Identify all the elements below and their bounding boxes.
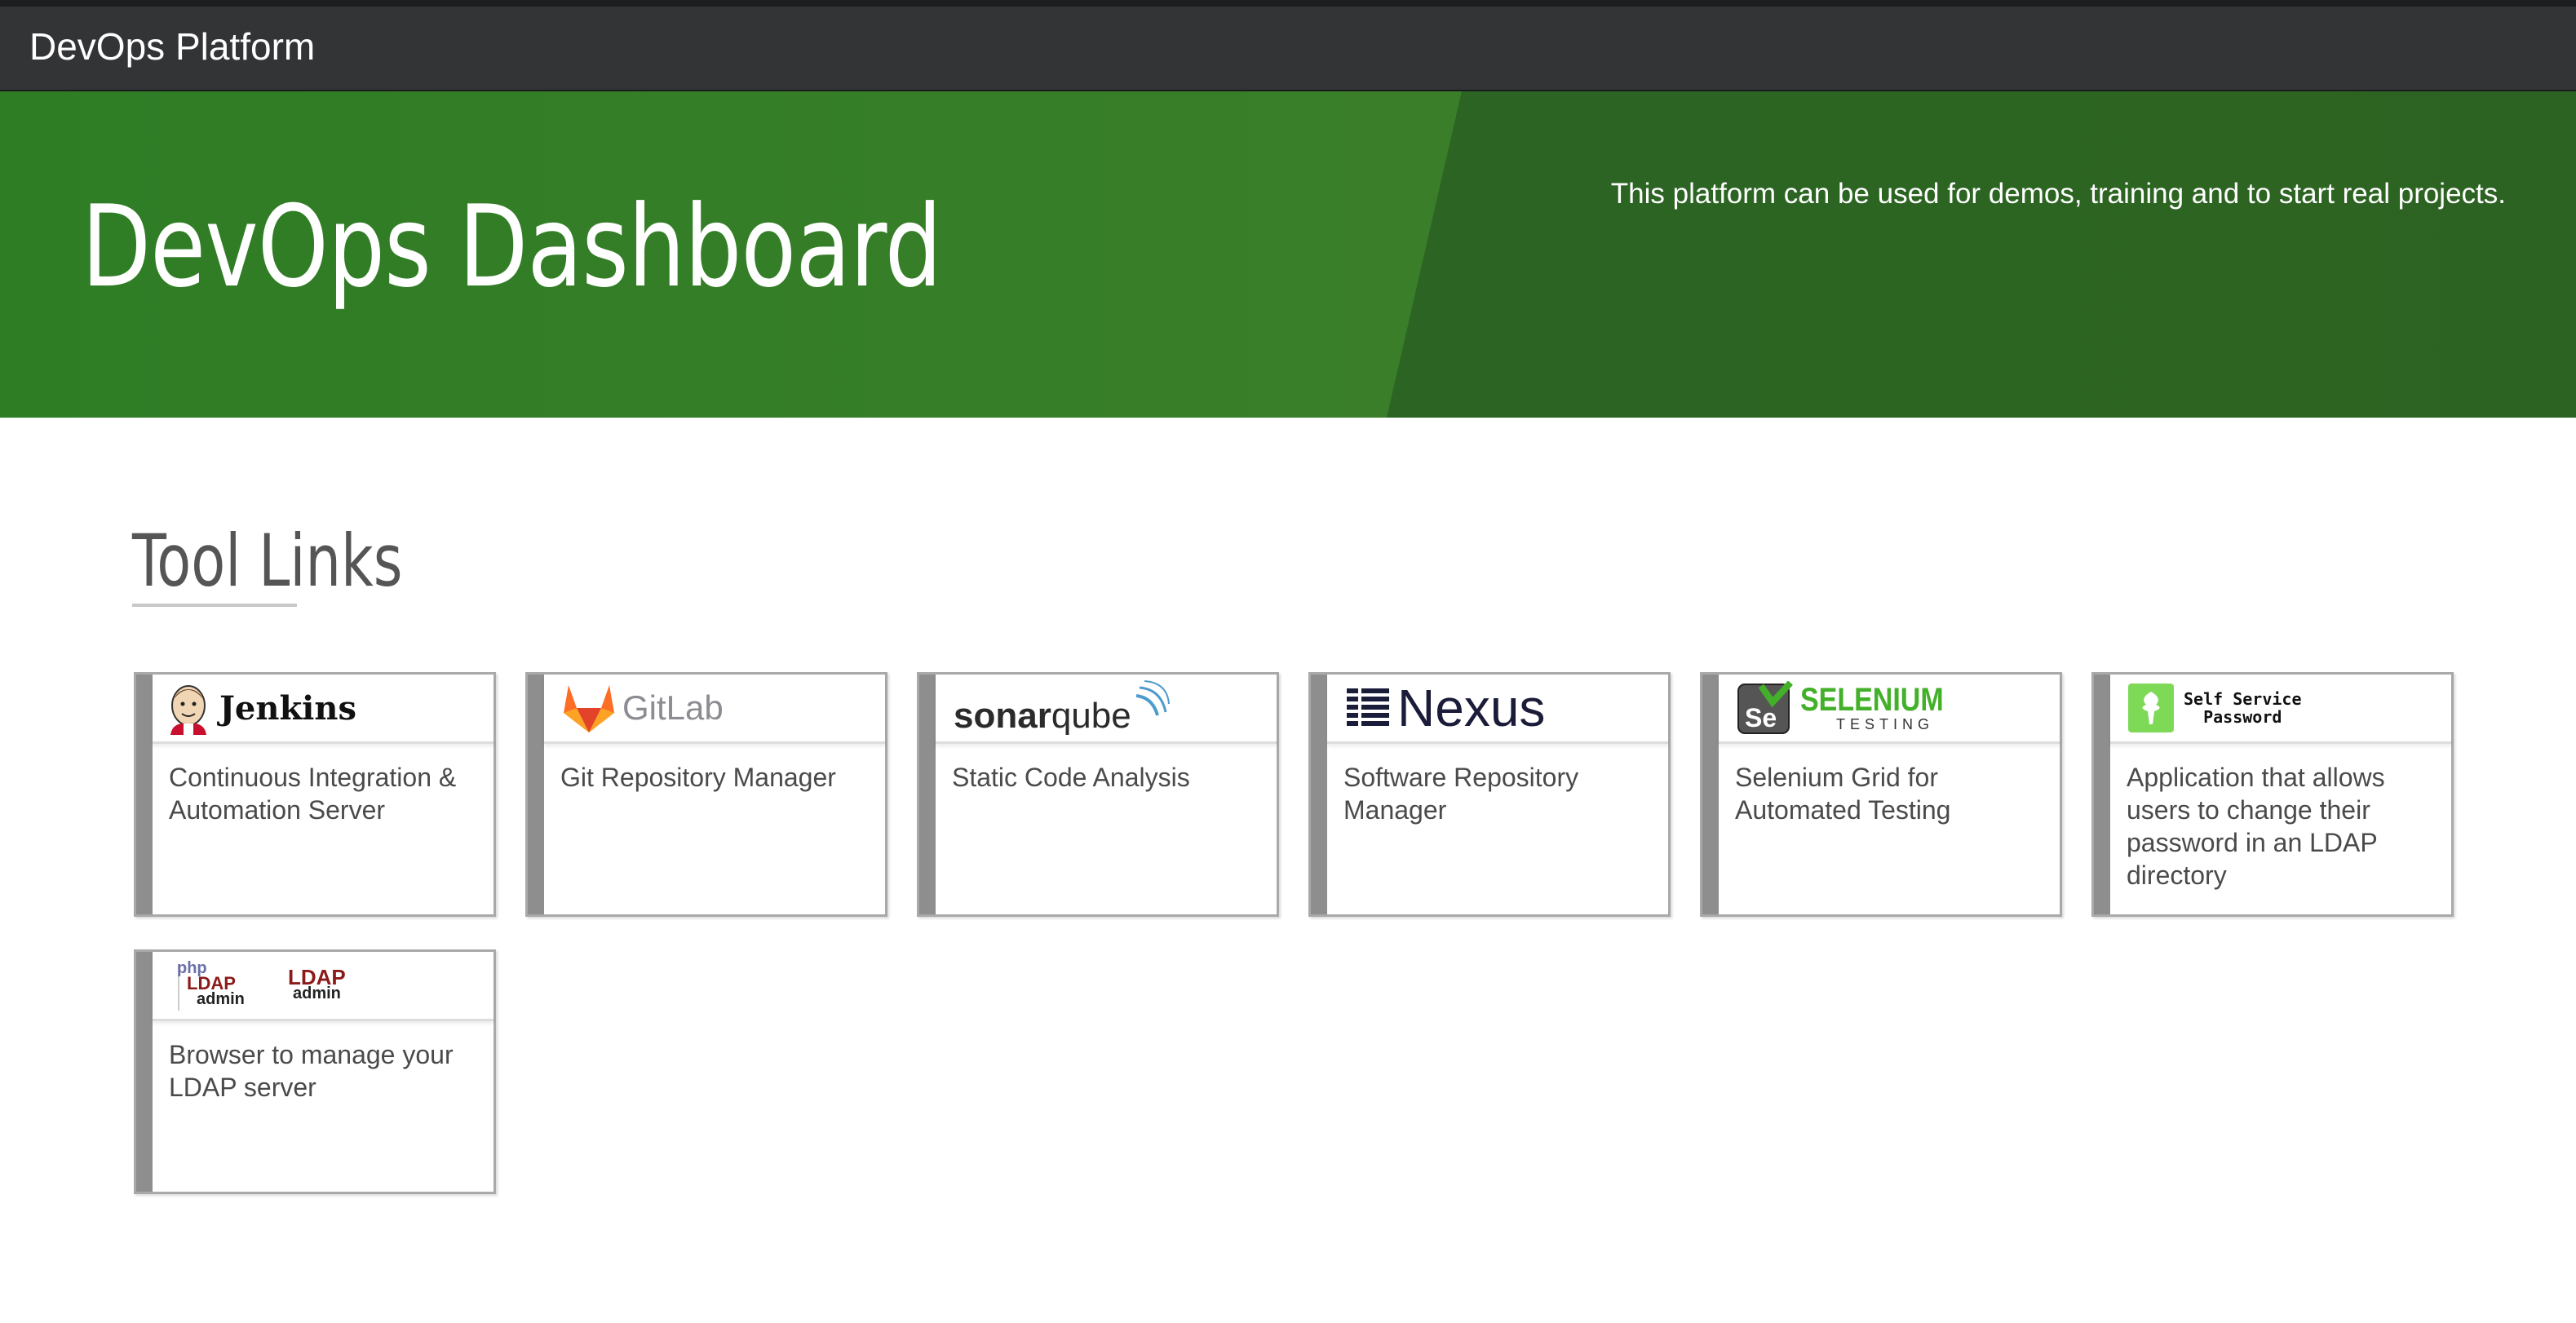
card-logo: Se SELENIUM TESTING <box>1719 675 2060 744</box>
gitlab-fox-icon <box>564 685 614 732</box>
nexus-logo: Nexus <box>1327 678 1545 738</box>
hero-tagline: This platform can be used for demos, tra… <box>1610 178 2506 210</box>
card-logo: sonar qube <box>936 675 1277 744</box>
tool-card-self-service-password[interactable]: Self Service Password Application that a… <box>2091 672 2454 917</box>
gitlab-logo-text: GitLab <box>622 688 724 727</box>
card-description: Continuous Integration & Automation Serv… <box>169 763 457 825</box>
card-description: Software Repository Manager <box>1343 763 1579 825</box>
phpldapadmin-logo: php LDAP admin LDAP admin <box>153 957 346 1014</box>
card-description: Selenium Grid for Automated Testing <box>1735 763 1951 825</box>
section-title-underline <box>132 604 297 607</box>
tool-card-phpldapadmin[interactable]: php LDAP admin LDAP admin Browser to man… <box>134 949 496 1194</box>
tool-card-sonarqube[interactable]: sonar qube Static Code Analysis <box>917 672 1279 917</box>
selenium-logo-subtext: TESTING <box>1836 715 1935 732</box>
selenium-logo-text: SELENIUM <box>1800 681 1944 718</box>
gitlab-logo: GitLab <box>544 682 724 734</box>
tool-card-jenkins[interactable]: Jenkins Continuous Integration & Automat… <box>134 672 496 917</box>
ldap-logo-text: LDAP <box>288 965 346 989</box>
self-service-password-tree-icon <box>2128 684 2174 732</box>
sonarqube-logo-text: qube <box>1051 696 1131 736</box>
selenium-se-icon: Se <box>1737 681 1793 734</box>
jenkins-logo-icon <box>170 685 206 735</box>
hero-banner: DevOps Dashboard This platform can be us… <box>0 91 2576 418</box>
card-logo: php LDAP admin LDAP admin <box>153 952 494 1021</box>
ssp-logo-text: Self Service <box>2184 689 2302 709</box>
card-logo: Jenkins <box>153 675 494 744</box>
card-description: Browser to manage your LDAP server <box>169 1040 454 1102</box>
navbar-brand-link[interactable]: DevOps Platform <box>29 24 315 69</box>
svg-text:admin: admin <box>197 990 245 1008</box>
self-service-password-logo: Self Service Password <box>2110 684 2302 732</box>
phpldapadmin-icon: php LDAP admin <box>177 959 245 1011</box>
card-logo: Nexus <box>1327 675 1668 744</box>
nexus-logo-text: Nexus <box>1397 679 1546 737</box>
ldap-logo-subtext: admin <box>293 985 341 1002</box>
sonarqube-waves-icon <box>1135 680 1170 716</box>
svg-text:Se: Se <box>1745 703 1777 732</box>
navbar: DevOps Platform <box>0 7 2576 91</box>
card-description: Static Code Analysis <box>952 763 1190 792</box>
tool-card-nexus[interactable]: Nexus Software Repository Manager <box>1308 672 1671 917</box>
card-description: Git Repository Manager <box>560 763 836 792</box>
section-title: Tool Links <box>132 519 403 603</box>
page-title: DevOps Dashboard <box>82 181 942 312</box>
ssp-logo-subtext: Password <box>2203 707 2282 727</box>
tool-card-gitlab[interactable]: GitLab Git Repository Manager <box>525 672 887 917</box>
top-border <box>0 0 2576 7</box>
jenkins-logo: Jenkins <box>153 681 356 735</box>
nexus-bars-icon <box>1347 688 1389 726</box>
tool-card-selenium[interactable]: Se SELENIUM TESTING Selenium Grid for Au… <box>1700 672 2062 917</box>
jenkins-logo-text: Jenkins <box>219 688 356 728</box>
card-logo: Self Service Password <box>2110 675 2451 744</box>
card-description: Application that allows users to change … <box>2127 763 2385 890</box>
sonarqube-logo: sonar qube <box>936 679 1171 737</box>
selenium-logo: Se SELENIUM TESTING <box>1719 681 1969 735</box>
card-logo: GitLab <box>544 675 885 744</box>
sonarqube-logo-text-bold: sonar <box>954 696 1051 736</box>
